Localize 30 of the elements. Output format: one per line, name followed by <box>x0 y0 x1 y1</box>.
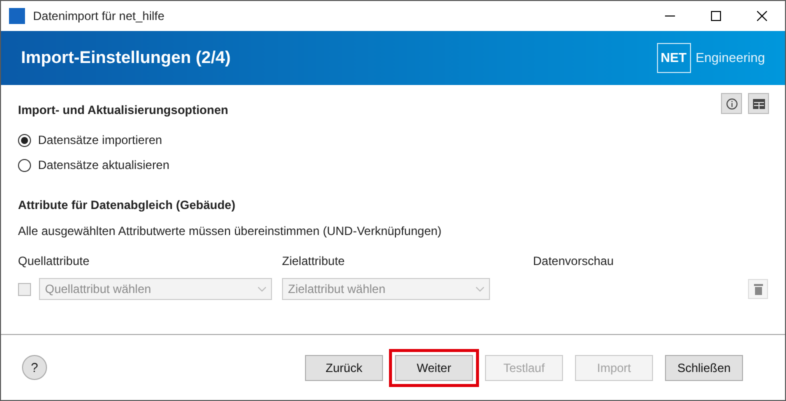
window-title: Datenimport für net_hilfe <box>33 8 164 25</box>
radio-button[interactable] <box>18 158 31 172</box>
column-heading: Zielattribute <box>282 253 346 270</box>
column-heading: Datenvorschau <box>533 253 615 270</box>
dialog-button[interactable]: Schließen <box>665 354 743 380</box>
section-title: Import- und Aktualisierungsoptionen <box>18 102 228 119</box>
radio-button[interactable] <box>18 134 31 146</box>
info-icon <box>726 98 738 110</box>
column-heading: Quellattribute <box>18 253 90 270</box>
dialog-button[interactable]: Zurück <box>305 354 383 380</box>
maximize-icon <box>711 11 721 21</box>
description-text: Alle ausgewählten Attributwerte müssen übereinstimmen (UND-Verknüpfungen) <box>18 223 443 240</box>
dialog-button[interactable]: Weiter <box>395 354 473 380</box>
chevron-down-icon <box>476 286 484 292</box>
trash-icon <box>754 284 762 294</box>
chevron-down-icon <box>258 286 266 292</box>
page-title: Import-Einstellungen (2/4) <box>21 47 231 70</box>
brand-logo: NET <box>656 43 691 73</box>
checkbox[interactable] <box>18 282 31 296</box>
section-title: Attribute für Datenabgleich (Gebäude) <box>18 197 236 214</box>
radio-label: Datensätze aktualisieren <box>38 157 170 174</box>
radio-label: Datensätze importieren <box>38 132 162 149</box>
help-button[interactable]: ? <box>22 355 47 380</box>
brand-name: Engineering <box>696 49 765 68</box>
close-icon <box>757 11 767 21</box>
info-button[interactable] <box>721 93 742 114</box>
app-logo-icon <box>9 8 25 24</box>
table-button[interactable] <box>748 93 769 114</box>
delete-button[interactable] <box>748 279 768 299</box>
table-icon <box>752 98 764 108</box>
